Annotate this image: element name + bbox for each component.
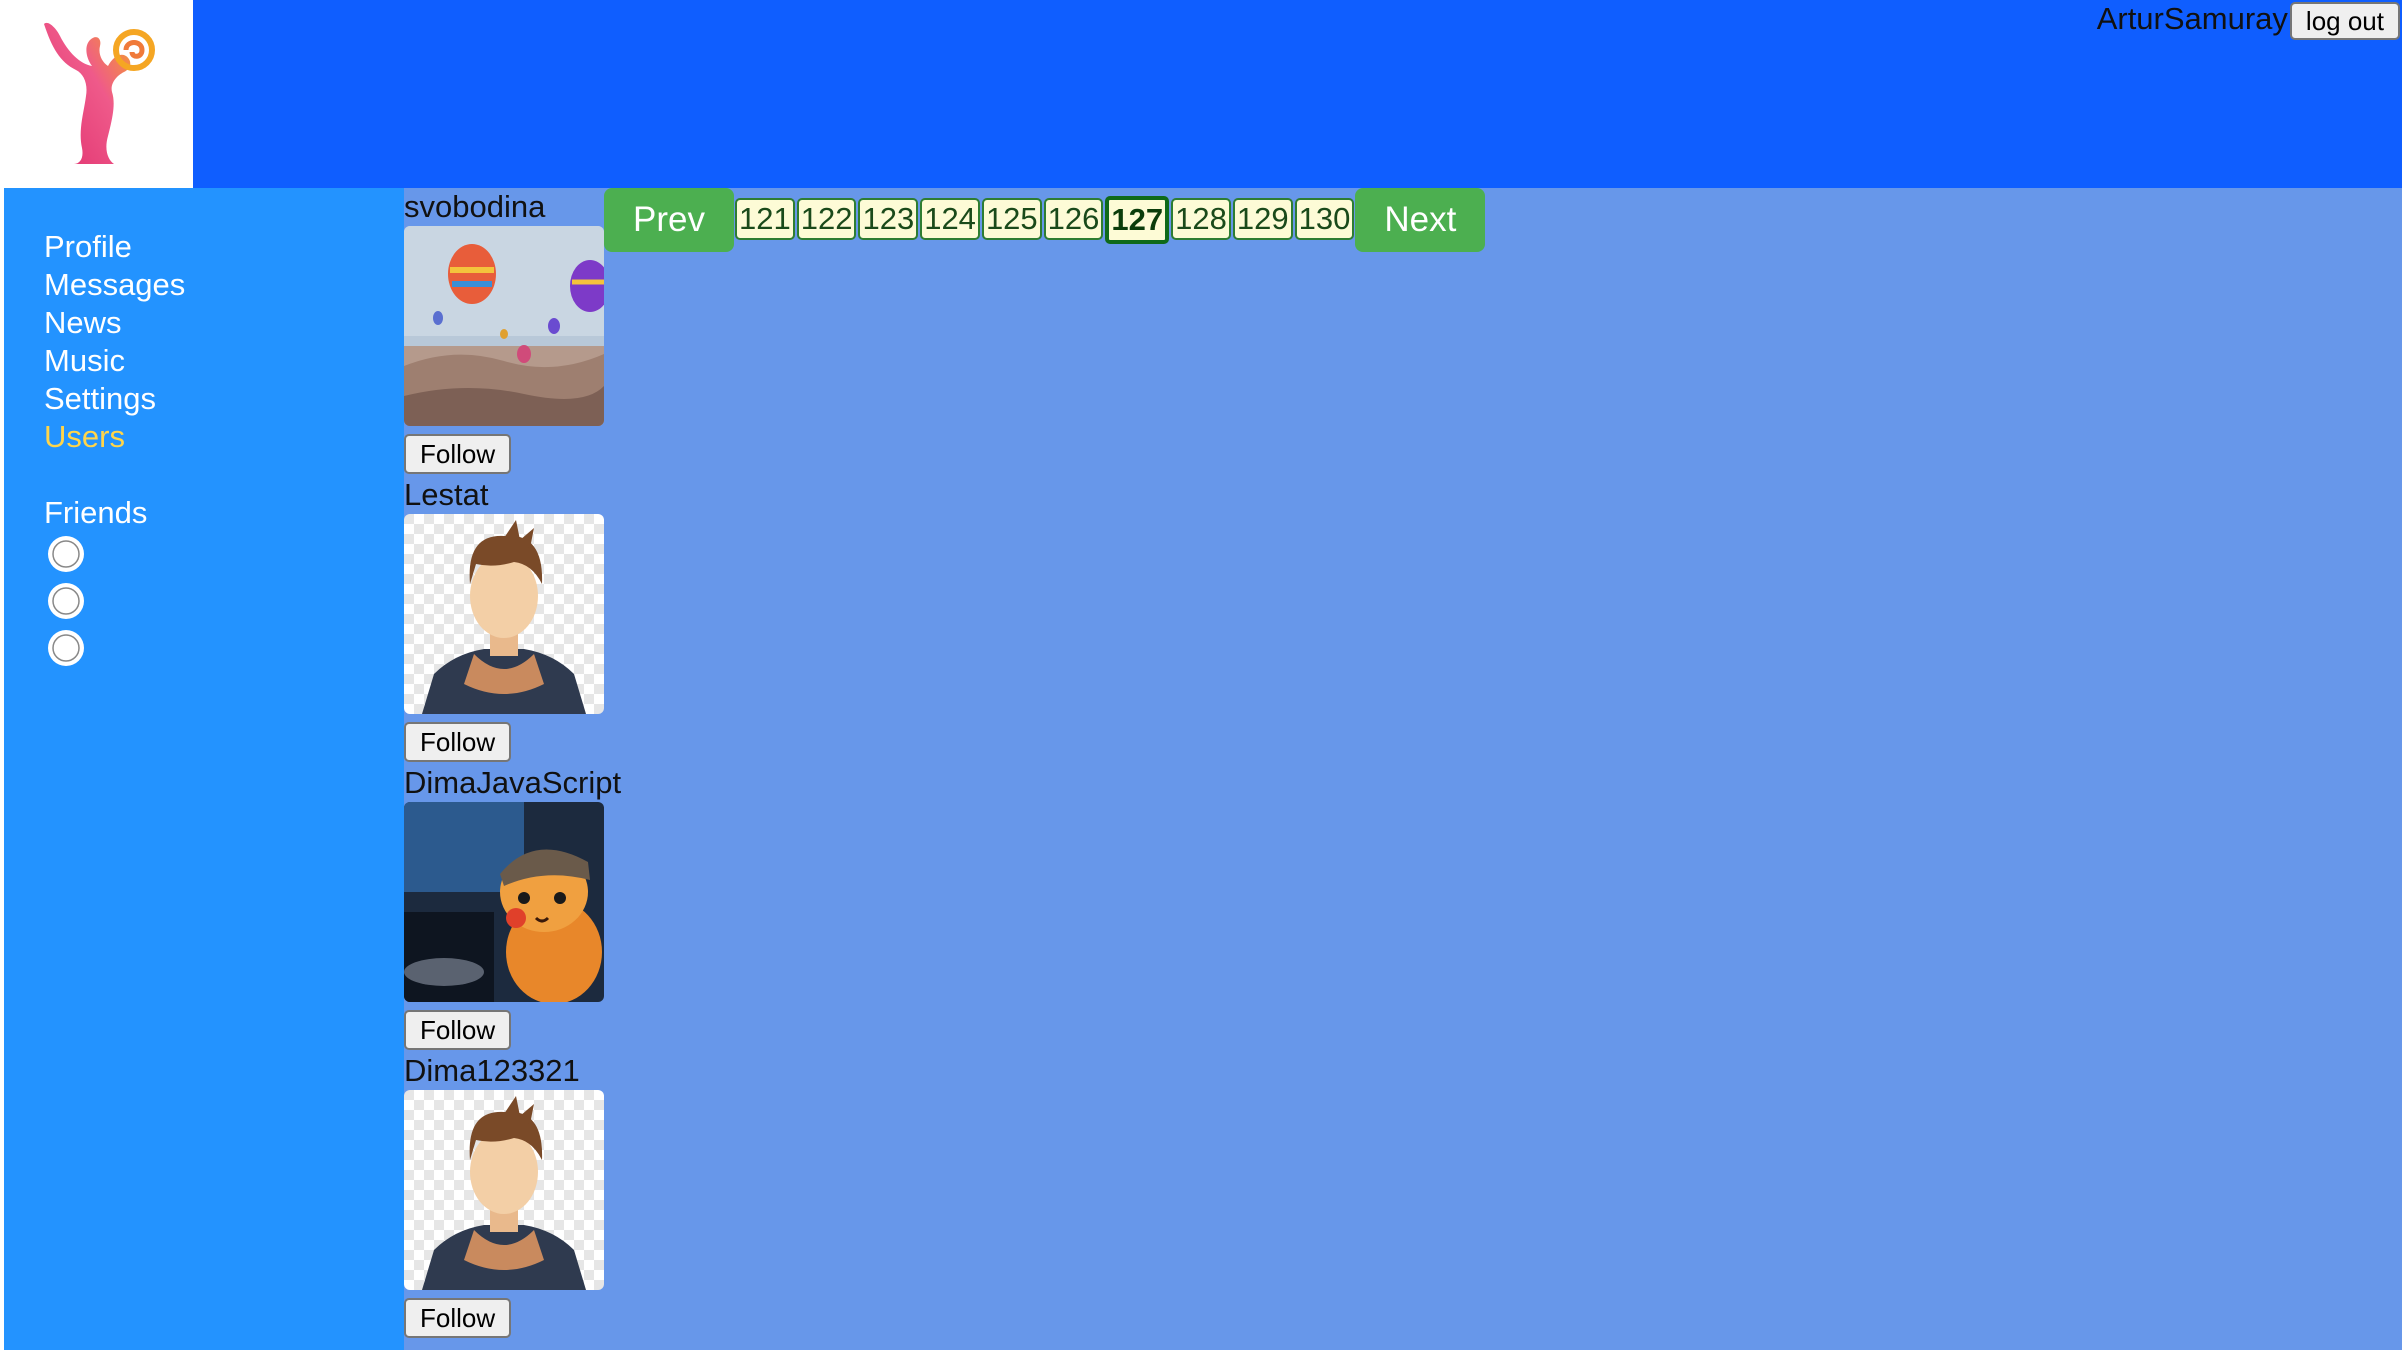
friend-avatar-icon [48,536,84,572]
friends-title: Friends [44,495,148,530]
page-link[interactable]: 125 [981,198,1042,240]
logo[interactable] [0,0,193,188]
balloons-photo[interactable] [404,226,604,426]
follow-button[interactable]: Follow [404,1010,512,1050]
follow-button[interactable]: Follow [404,1298,512,1338]
pikachu-photo[interactable] [404,802,604,1002]
logout-button[interactable]: log out [2289,2,2400,40]
page-link[interactable]: 122 [796,198,857,240]
default-avatar[interactable] [404,1090,604,1290]
page-link[interactable]: 121 [735,198,795,240]
sidebar-item-news[interactable]: News [44,304,185,342]
page-list: 121 122 123 124 125 126 127 128 129 130 [734,196,1355,244]
user-name[interactable]: Dima123321 [404,1052,624,1090]
users-page: Prev 121 122 123 124 125 126 127 128 129… [404,188,2402,1350]
page-link[interactable]: 130 [1294,198,1355,240]
logo-icon [44,22,155,165]
window-edge [2402,0,2406,1350]
sidebar-item-music[interactable]: Music [44,342,185,380]
user-card: Dima123321 Follow [404,1052,624,1338]
page-link[interactable]: 124 [920,198,980,240]
page-link[interactable]: 128 [1171,198,1231,240]
sidebar: Profile Messages News Music Settings Use… [4,188,404,1350]
follow-button[interactable]: Follow [404,434,512,474]
user-name[interactable]: svobodina [404,188,624,226]
friend-avatar-icon [48,583,84,619]
sidebar-item-profile[interactable]: Profile [44,228,185,266]
user-card: svobodina Follow [404,188,624,474]
default-avatar[interactable] [404,514,604,714]
page-link[interactable]: 129 [1232,198,1293,240]
page-link-current[interactable]: 127 [1105,196,1170,244]
friend-avatar-icon [48,630,84,666]
login-name: ArturSamuray [2096,1,2288,36]
sidebar-item-messages[interactable]: Messages [44,266,185,304]
friend-avatar[interactable] [46,628,86,668]
page-link[interactable]: 126 [1043,198,1104,240]
friend-avatar[interactable] [46,581,86,621]
user-name[interactable]: Lestat [404,476,624,514]
page-link[interactable]: 123 [858,198,919,240]
sidebar-nav: Profile Messages News Music Settings Use… [44,228,185,456]
next-button[interactable]: Next [1355,188,1486,252]
user-card: Lestat Follow [404,476,624,762]
sidebar-item-settings[interactable]: Settings [44,380,185,418]
pagination: Prev 121 122 123 124 125 126 127 128 129… [604,188,1486,254]
user-name[interactable]: DimaJavaScript [404,764,624,802]
user-card: DimaJavaScript Follow [404,764,624,1050]
sidebar-item-users[interactable]: Users [44,418,185,456]
follow-button[interactable]: Follow [404,722,512,762]
app-header: ArturSamuray log out [0,0,2406,188]
friend-avatar[interactable] [46,534,86,574]
login-area: ArturSamuray log out [2097,0,2400,44]
